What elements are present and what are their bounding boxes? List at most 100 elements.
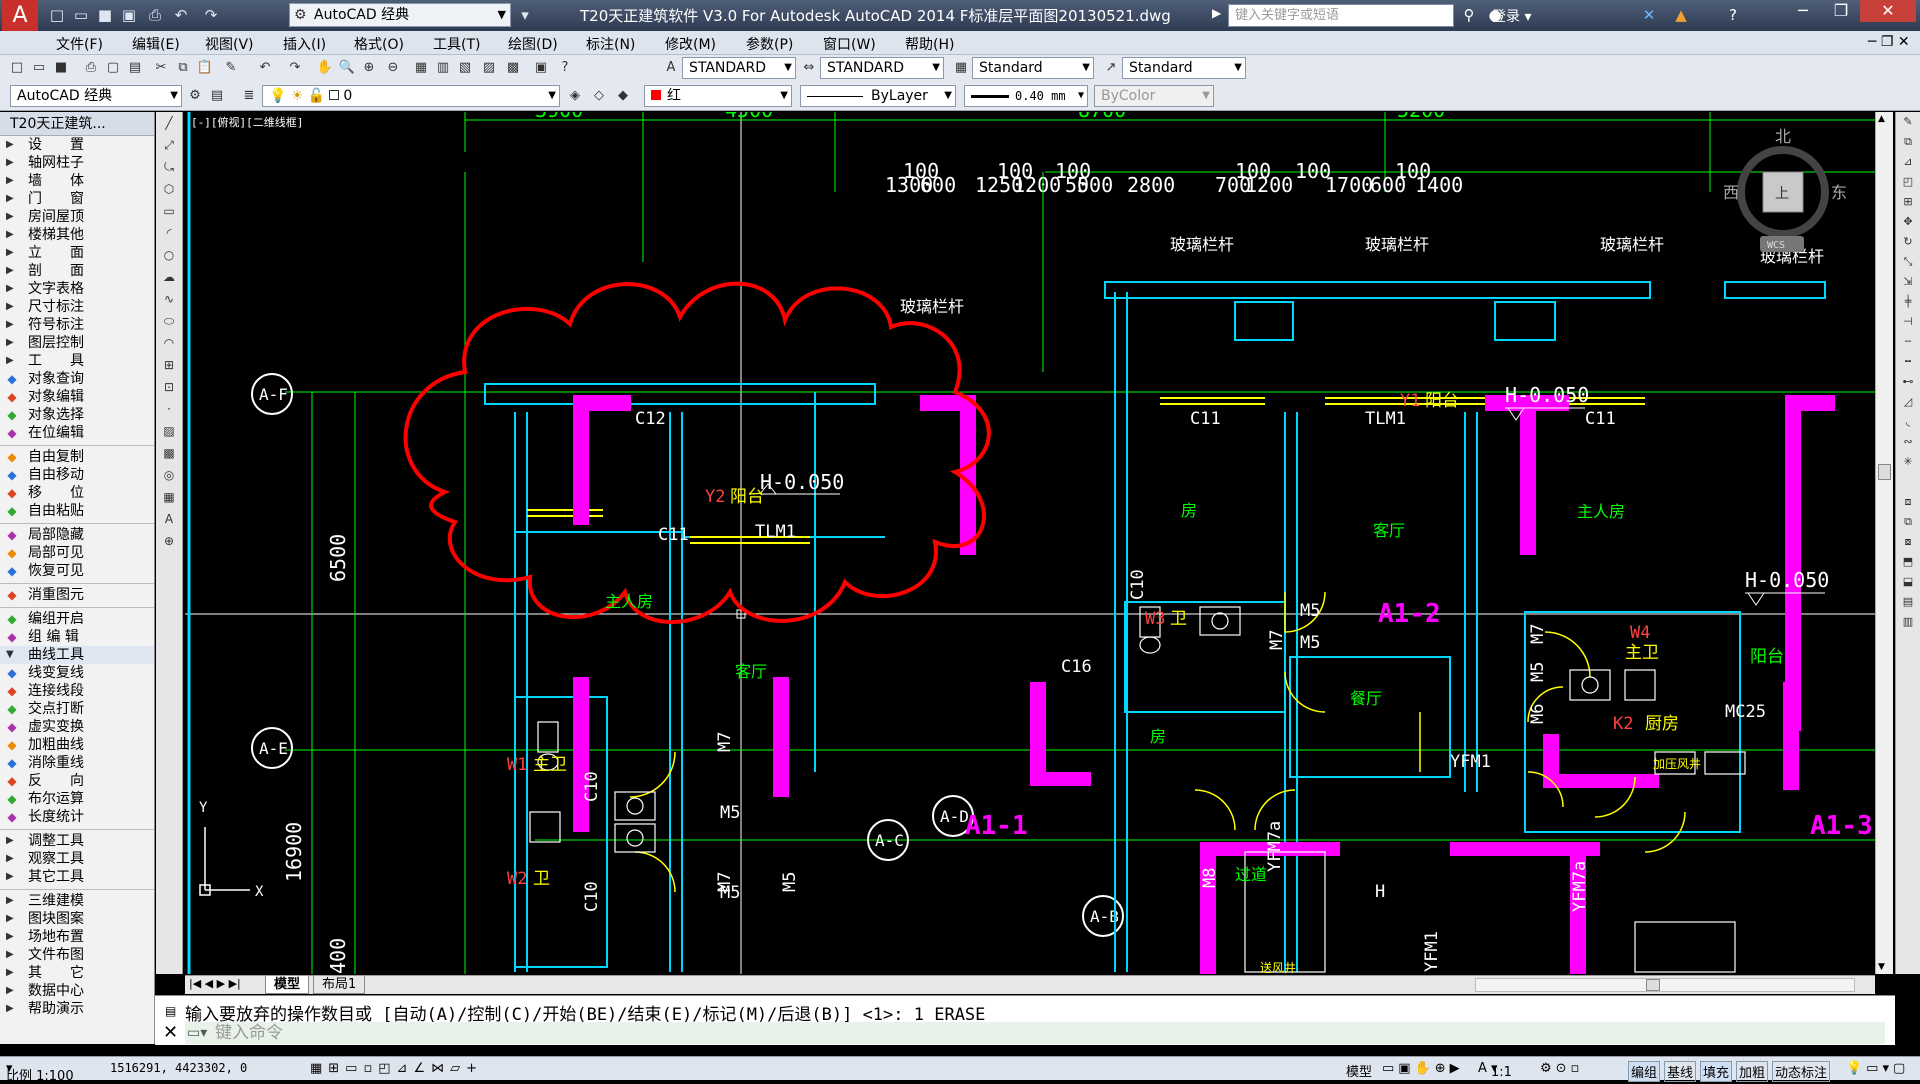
lineweight-select[interactable]: 0.40 mm ▼ <box>964 85 1088 107</box>
command-prompt-icon[interactable]: ▭▾ <box>187 1022 207 1044</box>
tool-item-4[interactable]: ◆ 在位编辑 <box>0 424 154 442</box>
search-input[interactable]: 键入关键字或短语 <box>1228 4 1454 27</box>
minimize-button[interactable]: ─ <box>1784 0 1822 22</box>
color-select[interactable]: 红 ▼ <box>644 85 792 107</box>
curve-item-4[interactable]: ◆ 虚实变换 <box>0 718 154 736</box>
tool-item-14[interactable]: ◆ 组 编 辑 <box>0 628 154 646</box>
curve-item-3[interactable]: ◆ 交点打断 <box>0 700 154 718</box>
new-icon[interactable]: □ <box>8 59 26 77</box>
revcloud-icon[interactable]: ☁ <box>156 266 182 288</box>
design-center-icon[interactable]: ▥ <box>434 59 452 77</box>
calculator-icon[interactable]: ▣ <box>532 59 550 77</box>
publish-icon[interactable]: ▤ <box>126 59 144 77</box>
menu-file[interactable]: 文件(F) <box>56 34 103 54</box>
gradient-icon[interactable]: ▩ <box>156 442 182 464</box>
annotation-scale[interactable]: A 1:1 ▾ <box>1478 1061 1512 1080</box>
sidebar-item-11[interactable]: ▶ 符号标注 <box>0 316 154 334</box>
tool-item-10[interactable]: ◆ 局部可见 <box>0 544 154 562</box>
horizontal-scrollbar[interactable] <box>1475 978 1855 992</box>
doc-window-controls[interactable]: ─ ❐ ✕ <box>1868 34 1910 50</box>
sidebar-item-9[interactable]: ▶ 文字表格 <box>0 280 154 298</box>
menu-insert[interactable]: 插入(I) <box>283 34 326 54</box>
matchprop-icon[interactable]: ✎ <box>222 59 240 77</box>
ellipse-icon[interactable]: ⬭ <box>156 310 182 332</box>
make-current-icon[interactable]: ◈ <box>566 87 584 105</box>
annotation-icons[interactable]: ⚙⊙▫ <box>1540 1061 1583 1076</box>
viewcube-east[interactable]: 东 <box>1831 183 1847 202</box>
floor-plan-drawing[interactable]: [-][俯视][二维线框] 3900 4500 8700 5200 130010… <box>185 112 1875 974</box>
bottom-item-8[interactable]: ▶ 其 它 <box>0 964 154 982</box>
sidebar-item-2[interactable]: ▶ 轴网柱子 <box>0 154 154 172</box>
preview-icon[interactable]: ▢ <box>104 59 122 77</box>
drafting-toggle-icons[interactable]: ▦⊞▭▫◰⊿∠⋈▱+ <box>310 1061 483 1076</box>
break-icon[interactable]: ╍ <box>1896 352 1920 372</box>
zoom-realtime-icon[interactable]: 🔍 <box>338 59 356 77</box>
mtext-icon[interactable]: A <box>156 508 182 530</box>
open-icon[interactable]: ▭ <box>70 4 92 26</box>
menu-format[interactable]: 格式(O) <box>354 34 404 54</box>
region-icon[interactable]: ◎ <box>156 464 182 486</box>
cmd-drag-icon[interactable]: ▤ <box>165 1004 176 1018</box>
table-icon[interactable]: ▦ <box>156 486 182 508</box>
pan-icon[interactable]: ✋ <box>316 59 334 77</box>
scale-selector[interactable]: 比例 1:100 ▾ <box>6 1061 74 1084</box>
curve-tools-header[interactable]: ▼ 曲线工具 <box>0 646 154 664</box>
draw-order-icon[interactable]: ⧈ <box>1896 492 1920 512</box>
bottom-item-3[interactable]: ▶ 其它工具 <box>0 868 154 886</box>
panel-title[interactable]: T20天正建筑... <box>0 112 154 136</box>
text-front-icon[interactable]: ▤ <box>1896 592 1920 612</box>
workspace-settings-icon[interactable]: ⚙ <box>186 87 204 105</box>
bottom-item-7[interactable]: ▶ 文件布图 <box>0 946 154 964</box>
viewcube[interactable]: 上 北 东 西 WCS <box>1723 127 1847 252</box>
menu-dimension[interactable]: 标注(N) <box>586 34 635 54</box>
text-style-select[interactable]: STANDARD ▼ <box>682 57 796 79</box>
sidebar-item-4[interactable]: ▶ 门 窗 <box>0 190 154 208</box>
menu-draw[interactable]: 绘图(D) <box>508 34 558 54</box>
sidebar-item-6[interactable]: ▶ 楼梯其他 <box>0 226 154 244</box>
login-link[interactable]: 登录 ▾ <box>1492 6 1531 26</box>
tab-model[interactable]: 模型 <box>265 976 310 994</box>
tool-item-5[interactable]: ◆ 自由复制 <box>0 448 154 466</box>
undo-icon[interactable]: ↶ <box>170 4 192 26</box>
vertical-scrollbar[interactable]: ▲ ▼ <box>1875 112 1893 974</box>
layer-manager-icon[interactable]: ▤ <box>208 87 226 105</box>
circle-icon[interactable]: ○ <box>156 244 182 266</box>
toggle-baseline[interactable]: 基线 <box>1664 1061 1697 1082</box>
tool-item-8[interactable]: ◆ 自由粘贴 <box>0 502 154 520</box>
plotstyle-select[interactable]: ByColor ▼ <box>1094 85 1214 107</box>
open-icon[interactable]: ▭ <box>30 59 48 77</box>
rotate-icon[interactable]: ↻ <box>1896 232 1920 252</box>
save-icon[interactable]: ■ <box>52 59 70 77</box>
bottom-item-2[interactable]: ▶ 观察工具 <box>0 850 154 868</box>
sidebar-item-3[interactable]: ▶ 墙 体 <box>0 172 154 190</box>
curve-item-6[interactable]: ◆ 消除重线 <box>0 754 154 772</box>
fillet-icon[interactable]: ◟ <box>1896 412 1920 432</box>
toggle-dynamic-dim[interactable]: 动态标注 <box>1772 1061 1831 1082</box>
menu-modify[interactable]: 修改(M) <box>665 34 716 54</box>
viewcube-west[interactable]: 西 <box>1723 183 1739 202</box>
extend-icon[interactable]: ⊣ <box>1896 312 1920 332</box>
blend-icon[interactable]: ∾ <box>1896 432 1920 452</box>
arc-icon[interactable]: ◜ <box>156 222 182 244</box>
print-icon[interactable]: ⎙ <box>82 59 100 77</box>
offset-icon[interactable]: ◰ <box>1896 172 1920 192</box>
text-style-icon[interactable]: A <box>662 59 680 77</box>
hatch-icon[interactable]: ▨ <box>156 420 182 442</box>
model-space-toggle[interactable]: 模型 <box>1346 1061 1372 1080</box>
scale-icon[interactable]: ⤡ <box>1896 252 1920 272</box>
curve-item-7[interactable]: ◆ 反 向 <box>0 772 154 790</box>
bring-front-icon[interactable]: ⧉ <box>1896 512 1920 532</box>
undo-icon[interactable]: ↶ <box>256 59 274 77</box>
bottom-item-4[interactable]: ▶ 三维建模 <box>0 892 154 910</box>
coordinates[interactable]: 1516291, 4423302, 0 <box>110 1061 247 1075</box>
a360-icon[interactable]: ▲ <box>1670 4 1692 26</box>
bottom-item-10[interactable]: ▶ 帮助演示 <box>0 1000 154 1018</box>
command-input[interactable]: ▭▾ 键入命令 <box>185 1022 1885 1044</box>
scroll-down-icon[interactable]: ▼ <box>1878 962 1885 972</box>
ellipse-arc-icon[interactable]: ◠ <box>156 332 182 354</box>
wcs-menu[interactable]: WCS <box>1767 240 1785 251</box>
make-block-icon[interactable]: ⊡ <box>156 376 182 398</box>
scroll-thumb[interactable] <box>1878 464 1891 480</box>
trim-icon[interactable]: ╪ <box>1896 292 1920 312</box>
sidebar-item-10[interactable]: ▶ 尺寸标注 <box>0 298 154 316</box>
